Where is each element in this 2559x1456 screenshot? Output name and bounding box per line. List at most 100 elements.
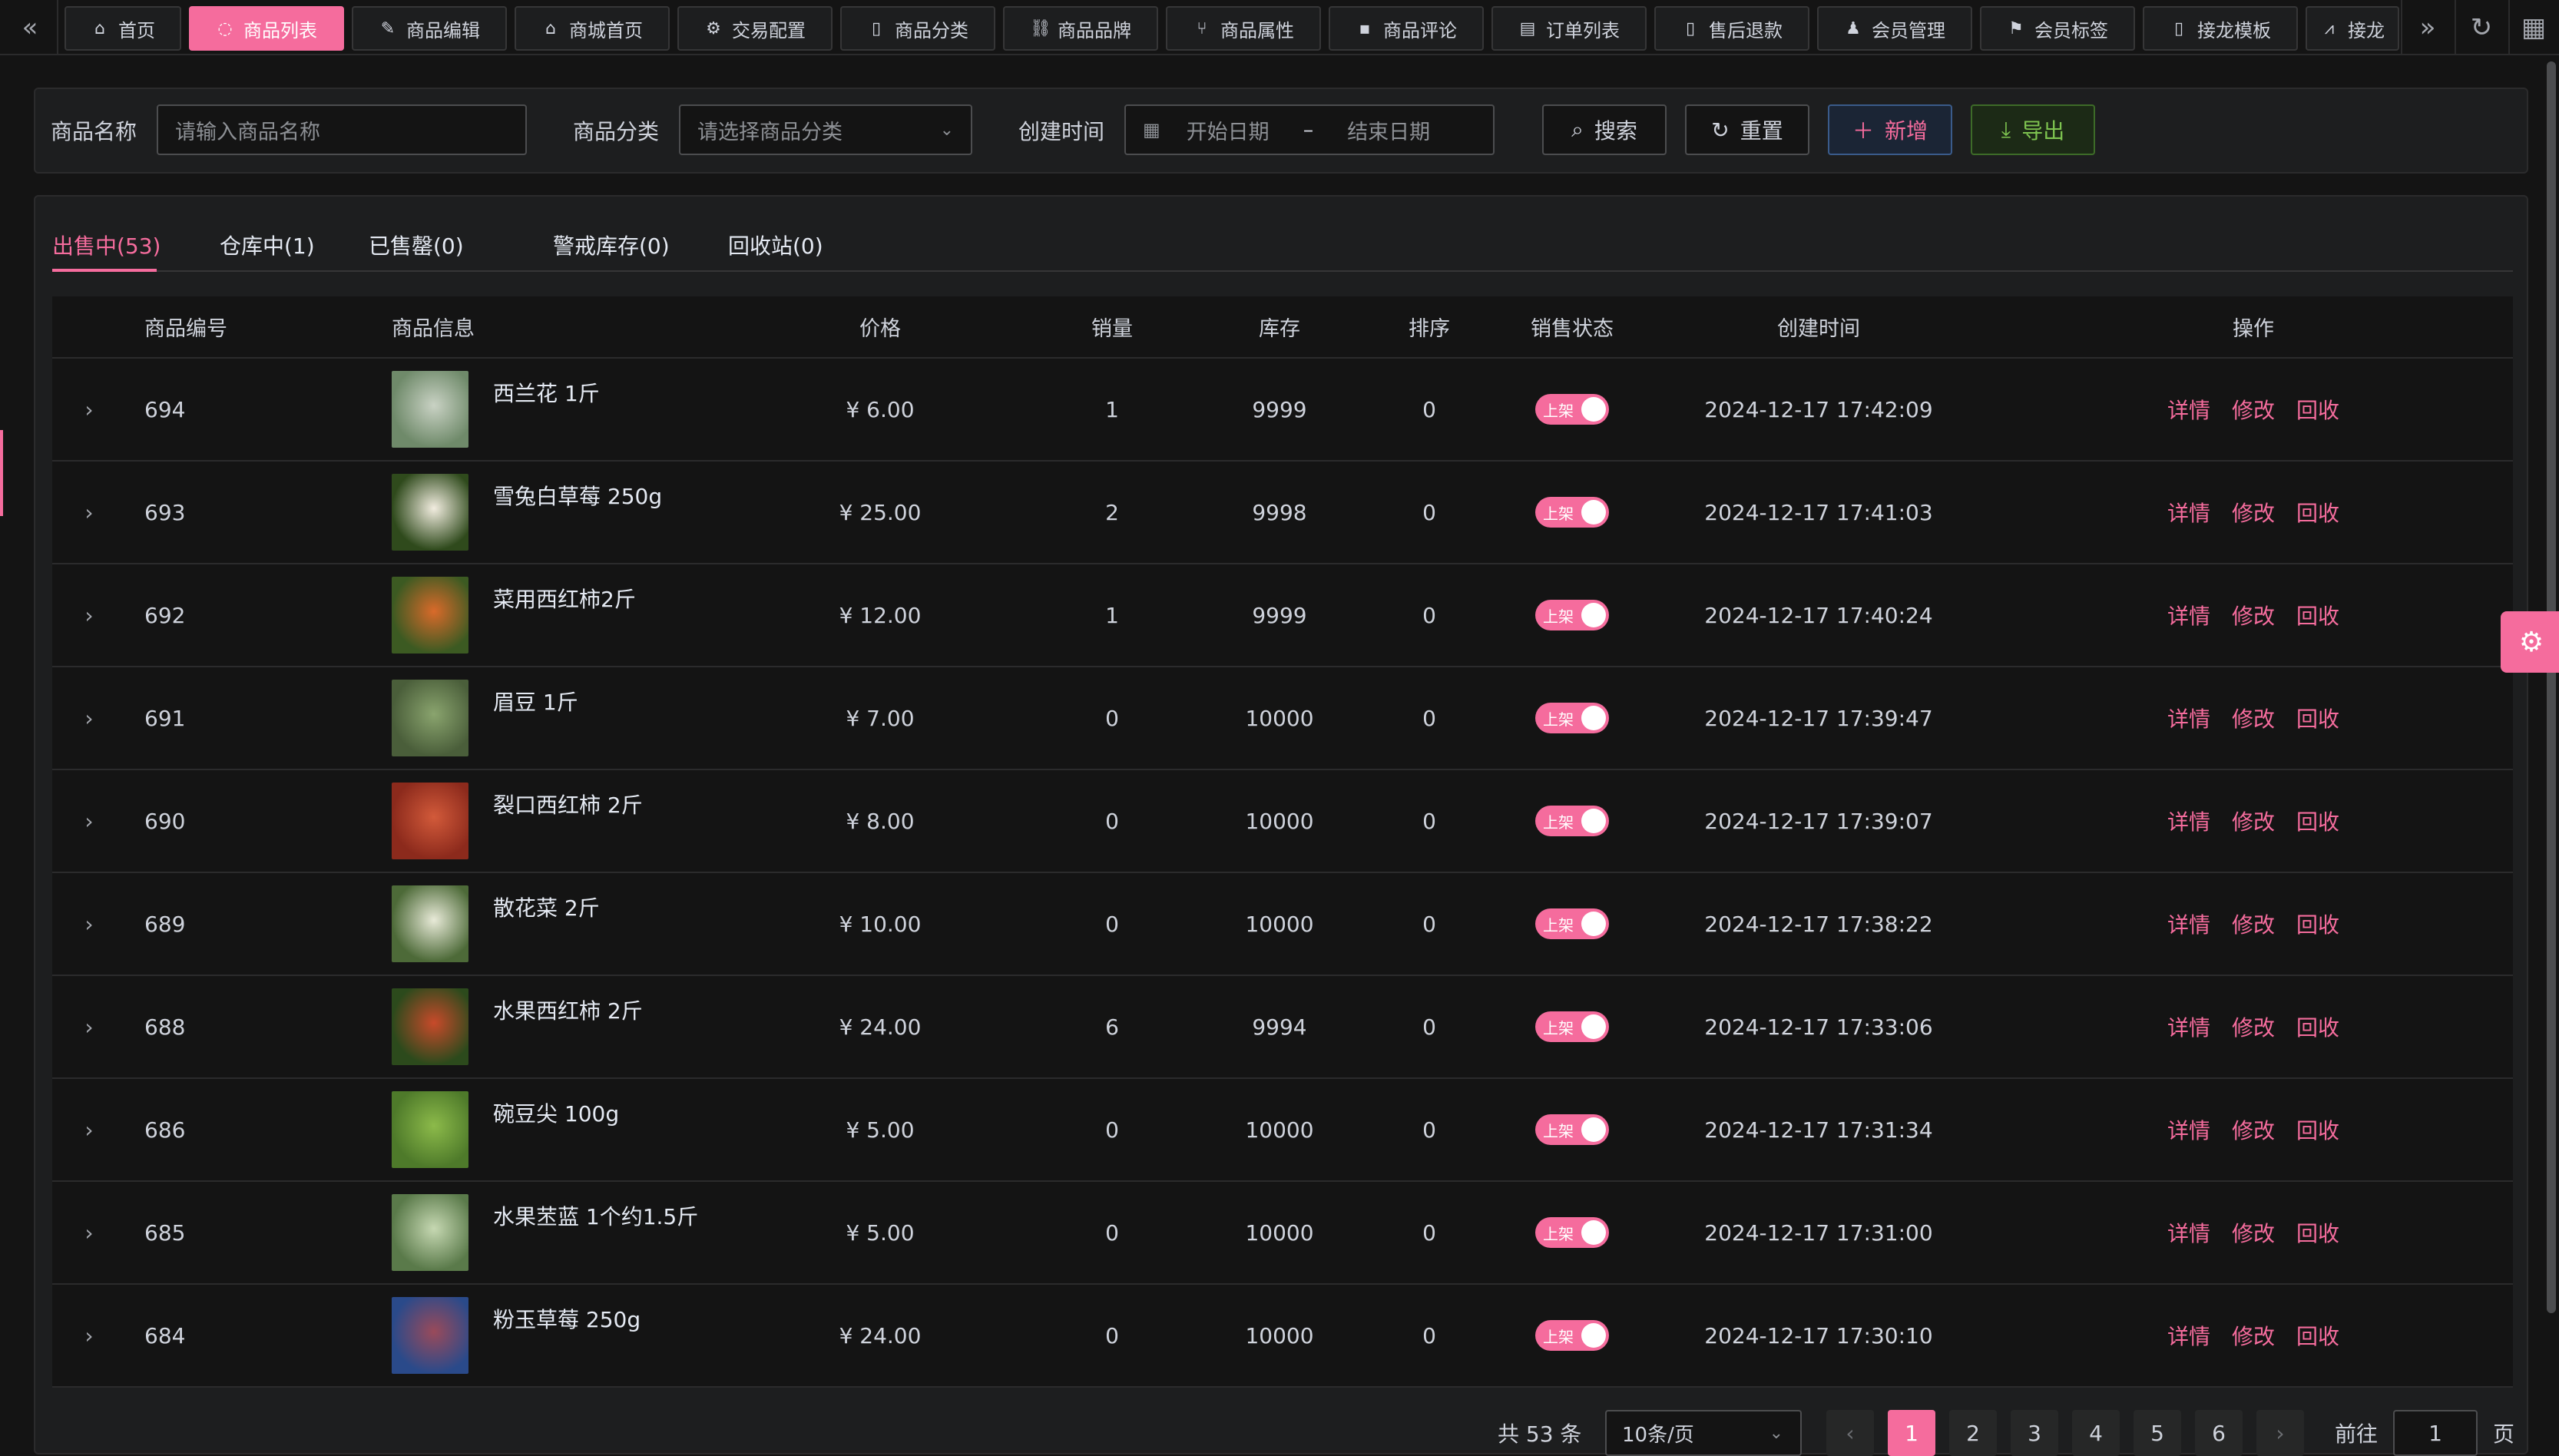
- chevron-right-icon[interactable]: ›: [84, 500, 93, 525]
- recycle-link[interactable]: 回收: [2296, 1221, 2339, 1246]
- page-button-4[interactable]: 4: [2072, 1410, 2120, 1456]
- page-scrollbar[interactable]: [2547, 61, 2556, 1313]
- status-tab-4[interactable]: 警戒库存(0): [553, 220, 670, 270]
- product-thumbnail: [392, 988, 468, 1065]
- detail-link[interactable]: 详情: [2167, 809, 2210, 835]
- edit-link[interactable]: 修改: [2232, 809, 2275, 835]
- page-button-3[interactable]: 3: [2011, 1410, 2058, 1456]
- page-button-2[interactable]: 2: [1949, 1410, 1997, 1456]
- product-thumbnail: [392, 1194, 468, 1271]
- edit-link[interactable]: 修改: [2232, 912, 2275, 938]
- tab-4[interactable]: ⌂ 商城首页: [515, 6, 670, 51]
- status-tab-2[interactable]: 仓库中(1): [220, 220, 315, 270]
- tab-7[interactable]: ⛓ 商品品牌: [1003, 6, 1158, 51]
- page-button-1[interactable]: 1: [1888, 1410, 1935, 1456]
- detail-link[interactable]: 详情: [2167, 1221, 2210, 1246]
- on-sale-toggle[interactable]: 上架: [1535, 1217, 1609, 1248]
- on-sale-toggle[interactable]: 上架: [1535, 703, 1609, 733]
- detail-link[interactable]: 详情: [2167, 1015, 2210, 1041]
- recycle-link[interactable]: 回收: [2296, 604, 2339, 629]
- product-info: 裂口西红柿 2斤: [392, 769, 737, 873]
- product-stock: 9994: [1201, 975, 1358, 1079]
- tab-9[interactable]: ▪ 商品评论: [1329, 6, 1484, 51]
- edit-link[interactable]: 修改: [2232, 1118, 2275, 1143]
- detail-link[interactable]: 详情: [2167, 1324, 2210, 1349]
- recycle-link[interactable]: 回收: [2296, 912, 2339, 938]
- recycle-link[interactable]: 回收: [2296, 1015, 2339, 1041]
- recycle-link[interactable]: 回收: [2296, 1324, 2339, 1349]
- product-name-input[interactable]: 请输入商品名称: [157, 104, 527, 155]
- refresh-icon[interactable]: ↻: [2455, 0, 2508, 55]
- tab-15[interactable]: ⩘ 接龙: [2306, 6, 2399, 51]
- add-button[interactable]: ＋ 新增: [1828, 104, 1952, 155]
- tab-14[interactable]: ▯ 接龙模板: [2143, 6, 2298, 51]
- chevron-right-icon[interactable]: ›: [84, 809, 93, 834]
- next-page-button[interactable]: ›: [2256, 1410, 2304, 1456]
- tab-1[interactable]: ⌂ 首页: [65, 6, 181, 51]
- on-sale-toggle[interactable]: 上架: [1535, 1320, 1609, 1351]
- edit-link[interactable]: 修改: [2232, 1221, 2275, 1246]
- chevron-right-icon[interactable]: ›: [84, 912, 93, 937]
- search-button[interactable]: ⌕ 搜索: [1542, 104, 1667, 155]
- product-sort: 0: [1358, 1181, 1501, 1285]
- tab-8[interactable]: ⑂ 商品属性: [1166, 6, 1321, 51]
- recycle-link[interactable]: 回收: [2296, 809, 2339, 835]
- on-sale-toggle[interactable]: 上架: [1535, 908, 1609, 939]
- tab-13[interactable]: ⚑ 会员标签: [1980, 6, 2135, 51]
- status-tab-5[interactable]: 回收站(0): [728, 220, 823, 270]
- page-button-6[interactable]: 6: [2195, 1410, 2243, 1456]
- export-button[interactable]: ⤓ 导出: [1971, 104, 2095, 155]
- scroll-tabs-right-icon[interactable]: »: [2401, 0, 2455, 55]
- on-sale-toggle[interactable]: 上架: [1535, 806, 1609, 836]
- grid-menu-icon[interactable]: ▦: [2507, 0, 2559, 55]
- chevron-right-icon[interactable]: ›: [84, 603, 93, 628]
- chevron-right-icon[interactable]: ›: [84, 1220, 93, 1246]
- reset-button[interactable]: ↻ 重置: [1685, 104, 1809, 155]
- tab-3[interactable]: ✎ 商品编辑: [352, 6, 507, 51]
- edit-link[interactable]: 修改: [2232, 706, 2275, 732]
- scroll-tabs-left-icon[interactable]: «: [3, 0, 57, 55]
- edit-link[interactable]: 修改: [2232, 398, 2275, 423]
- product-name-placeholder: 请输入商品名称: [175, 120, 320, 144]
- on-sale-toggle[interactable]: 上架: [1535, 1011, 1609, 1042]
- page-size-select[interactable]: 10条/页 ⌄: [1605, 1410, 1802, 1456]
- chevron-right-icon[interactable]: ›: [84, 1323, 93, 1348]
- settings-gear-icon[interactable]: ⚙: [2501, 611, 2559, 673]
- date-range-picker[interactable]: ▦ 开始日期 – 结束日期: [1124, 104, 1495, 155]
- status-tab-3[interactable]: 已售罄(0): [369, 220, 464, 270]
- chevron-right-icon[interactable]: ›: [84, 397, 93, 422]
- on-sale-toggle[interactable]: 上架: [1535, 1114, 1609, 1145]
- on-sale-toggle[interactable]: 上架: [1535, 497, 1609, 528]
- tab-10[interactable]: ▤ 订单列表: [1491, 6, 1647, 51]
- add-button-label: 新增: [1885, 118, 1928, 144]
- edit-link[interactable]: 修改: [2232, 501, 2275, 526]
- detail-link[interactable]: 详情: [2167, 604, 2210, 629]
- edit-link[interactable]: 修改: [2232, 1324, 2275, 1349]
- prev-page-button[interactable]: ‹: [1826, 1410, 1874, 1456]
- status-tab-1[interactable]: 出售中(53): [52, 220, 161, 270]
- detail-link[interactable]: 详情: [2167, 398, 2210, 423]
- edit-link[interactable]: 修改: [2232, 1015, 2275, 1041]
- on-sale-toggle[interactable]: 上架: [1535, 394, 1609, 425]
- tab-6[interactable]: ▯ 商品分类: [840, 6, 995, 51]
- detail-link[interactable]: 详情: [2167, 706, 2210, 732]
- page-button-5[interactable]: 5: [2134, 1410, 2181, 1456]
- on-sale-toggle[interactable]: 上架: [1535, 600, 1609, 630]
- tab-12[interactable]: ♟ 会员管理: [1817, 6, 1972, 51]
- tab-2[interactable]: ◌ 商品列表: [189, 6, 344, 51]
- category-select[interactable]: 请选择商品分类 ⌄: [679, 104, 972, 155]
- detail-link[interactable]: 详情: [2167, 501, 2210, 526]
- detail-link[interactable]: 详情: [2167, 912, 2210, 938]
- recycle-link[interactable]: 回收: [2296, 706, 2339, 732]
- chevron-right-icon[interactable]: ›: [84, 1117, 93, 1143]
- edit-link[interactable]: 修改: [2232, 604, 2275, 629]
- tab-5[interactable]: ⚙ 交易配置: [677, 6, 833, 51]
- tab-11[interactable]: ▯ 售后退款: [1654, 6, 1809, 51]
- recycle-link[interactable]: 回收: [2296, 398, 2339, 423]
- detail-link[interactable]: 详情: [2167, 1118, 2210, 1143]
- goto-page-input[interactable]: 1: [2393, 1410, 2478, 1456]
- recycle-link[interactable]: 回收: [2296, 501, 2339, 526]
- recycle-link[interactable]: 回收: [2296, 1118, 2339, 1143]
- chevron-right-icon[interactable]: ›: [84, 706, 93, 731]
- chevron-right-icon[interactable]: ›: [84, 1014, 93, 1040]
